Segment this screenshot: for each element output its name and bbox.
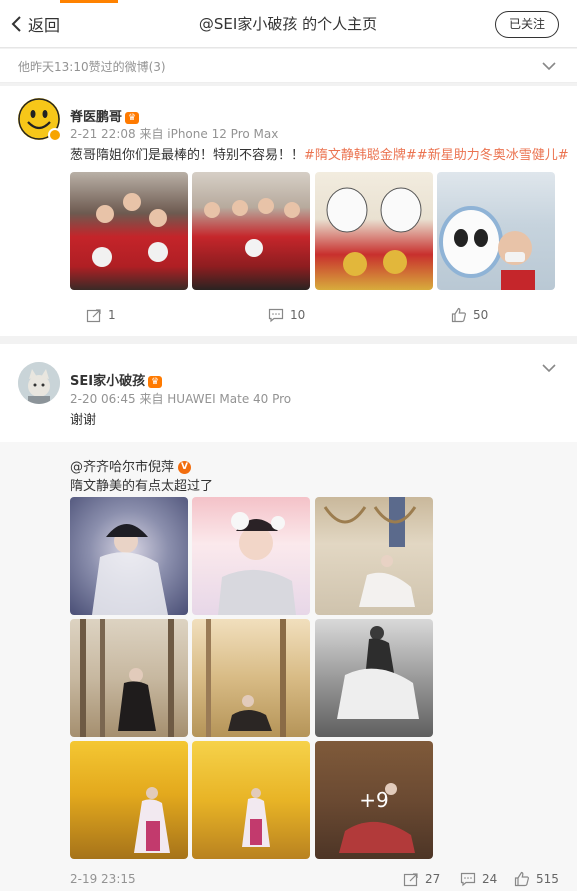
post-image[interactable]	[315, 172, 433, 290]
reposted-author[interactable]: @齐齐哈尔市倪萍 V	[70, 456, 192, 475]
reposted-image[interactable]	[192, 619, 310, 737]
follow-button[interactable]: 已关注	[495, 11, 559, 38]
topic-tags-link[interactable]: #隋文静韩聪金牌##新星助力冬奥冰雪健儿#	[304, 148, 569, 163]
post-meta: 2-20 06:45 来自 HUAWEI Mate 40 Pro	[70, 392, 292, 406]
post-text-plain: 葱哥隋姐你们是最棒的！特别不容易！！	[70, 148, 305, 163]
reposted-image[interactable]	[70, 741, 188, 859]
verified-badge-icon	[48, 128, 62, 142]
image-content	[323, 497, 417, 607]
post-image[interactable]	[437, 172, 555, 290]
image-content	[326, 187, 422, 276]
image-content	[204, 198, 300, 257]
post-image[interactable]	[70, 172, 188, 290]
vip-crown-icon: ♛	[148, 375, 163, 388]
image-content	[92, 193, 168, 267]
reposted-image[interactable]	[70, 619, 188, 737]
back-button[interactable]: 返回	[10, 12, 60, 36]
author-name[interactable]: 脊医鹏哥 ♛	[70, 106, 140, 125]
comment-count: 10	[290, 308, 306, 322]
author-name-text: 脊医鹏哥	[70, 110, 123, 125]
like-count: 515	[536, 872, 559, 886]
like-button[interactable]: 515	[514, 871, 559, 887]
image-content	[218, 512, 296, 615]
image-content	[134, 787, 170, 853]
post-meta: 2-21 22:08 来自 iPhone 12 Pro Max	[70, 127, 279, 141]
reposted-text: 隋文静美的有点太超过了	[70, 479, 214, 494]
liked-posts-bar[interactable]: 他昨天13:10赞过的微博(3)	[0, 49, 577, 83]
repost-count: 1	[108, 308, 116, 322]
chevron-left-icon	[11, 16, 21, 32]
repost-footer-time: 2-19 23:15	[70, 872, 136, 886]
reposted-image[interactable]	[315, 497, 433, 615]
post-actions: 1 10 50	[0, 303, 577, 333]
post-text: 谢谢	[70, 413, 97, 428]
post-text: 葱哥隋姐你们是最棒的！特别不容易！！#隋文静韩聪金牌##新星助力冬奥冰雪健儿#	[70, 144, 569, 163]
reposted-image[interactable]	[315, 619, 433, 737]
thumbs-up-icon	[514, 871, 529, 887]
author-name[interactable]: SEI家小破孩 ♛	[70, 370, 163, 389]
chevron-down-icon[interactable]	[542, 60, 558, 76]
avatar[interactable]	[18, 362, 60, 404]
reposted-author-text: @齐齐哈尔市倪萍	[70, 460, 175, 475]
reposted-image[interactable]	[192, 497, 310, 615]
author-name-text: SEI家小破孩	[70, 374, 146, 389]
tab-accent-line	[60, 0, 118, 3]
reposted-image[interactable]	[70, 497, 188, 615]
post-image[interactable]	[192, 172, 310, 290]
reposted-content[interactable]: @齐齐哈尔市倪萍 V 隋文静美的有点太超过了 +9 2-19 23:15 27 2…	[0, 442, 577, 891]
reposted-image[interactable]	[192, 741, 310, 859]
image-content	[439, 206, 535, 290]
image-content	[206, 619, 286, 737]
page-title: @SEI家小破孩 的个人主页	[198, 15, 378, 33]
comment-button[interactable]: 24	[460, 871, 497, 887]
thumbs-up-icon	[451, 307, 466, 323]
image-content	[80, 619, 174, 737]
top-bar: 返回 @SEI家小破孩 的个人主页 已关注	[0, 0, 577, 48]
image-content	[92, 524, 168, 615]
image-content	[337, 626, 419, 719]
comment-icon	[460, 872, 476, 887]
repost-icon	[403, 873, 418, 887]
verified-v-icon: V	[178, 461, 192, 474]
repost-button[interactable]: 27	[403, 871, 440, 887]
comment-count: 24	[482, 872, 498, 886]
chevron-down-icon[interactable]	[542, 362, 558, 378]
comment-icon	[268, 308, 284, 323]
back-label: 返回	[28, 16, 61, 35]
comment-button[interactable]: 10	[268, 307, 305, 323]
repost-icon	[86, 309, 101, 323]
more-images-count: +9	[359, 788, 389, 812]
cat-avatar-icon	[18, 362, 60, 404]
like-count: 50	[473, 308, 489, 322]
image-content	[242, 788, 270, 847]
reposted-image-more[interactable]: +9	[315, 741, 433, 859]
liked-posts-label: 他昨天13:10赞过的微博(3)	[18, 60, 166, 74]
repost-count: 27	[425, 872, 441, 886]
repost-button[interactable]: 1	[86, 307, 116, 323]
like-button[interactable]: 50	[451, 307, 488, 323]
vip-crown-icon: ♛	[125, 111, 140, 124]
post-card: 脊医鹏哥 ♛ 2-21 22:08 来自 iPhone 12 Pro Max 葱哥…	[0, 86, 577, 336]
